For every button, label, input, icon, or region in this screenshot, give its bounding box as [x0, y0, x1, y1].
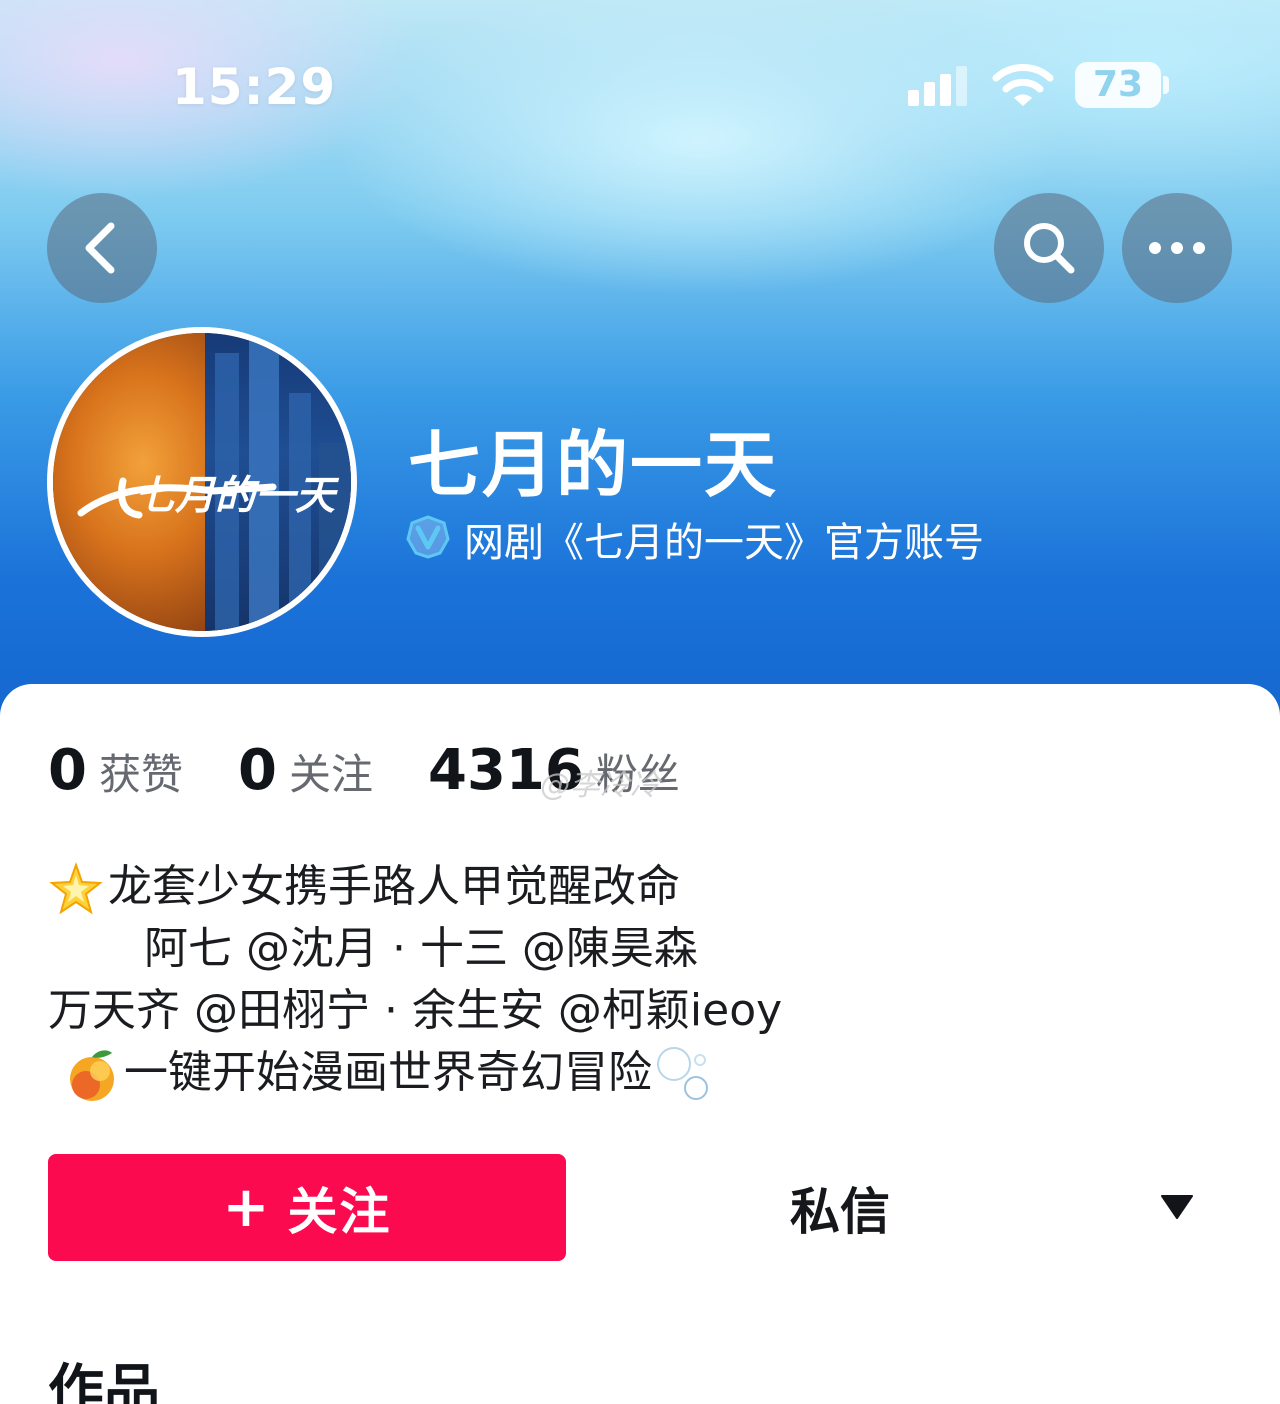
cellular-signal-icon: [908, 66, 968, 106]
avatar-logo-script: 七月的一天: [77, 472, 340, 519]
glowing-star-icon: [49, 861, 103, 915]
bio-line-2-text: 阿七 @沈月 · 十三 @陳昊森: [144, 923, 698, 974]
verified-description: 网剧《七月的一天》官方账号: [464, 520, 984, 566]
wifi-icon: [992, 64, 1054, 106]
likes-count: 0: [48, 738, 87, 803]
avatar[interactable]: 七月的一天: [47, 327, 357, 637]
bio-line-1: 龙套少女携手路人甲觉醒改命: [48, 850, 680, 917]
mango-icon: [70, 1050, 114, 1101]
plus-icon: +: [222, 1175, 272, 1240]
follow-button[interactable]: + 关注: [48, 1154, 566, 1261]
following-count: 0: [238, 738, 277, 803]
dropdown-triangle-icon[interactable]: [1160, 1194, 1194, 1220]
bio-line-4-text: 一键开始漫画世界奇幻冒险: [124, 1047, 652, 1098]
works-tab-title[interactable]: 作品: [48, 1346, 160, 1404]
more-options-button[interactable]: [1122, 193, 1232, 303]
bio-line-3-text: 万天齐 @田栩宁 · 余生安 @柯颖ieoy: [48, 985, 783, 1036]
stat-likes[interactable]: 0 获赞: [48, 738, 183, 803]
battery-tip: [1163, 76, 1169, 94]
watermark: @李冷冷: [540, 768, 660, 803]
chevron-left-icon: [85, 222, 115, 274]
follow-button-label: 关注: [287, 1182, 392, 1241]
battery-icon: 73: [1075, 62, 1161, 108]
following-label: 关注: [288, 750, 373, 799]
status-time: 15:29: [172, 58, 337, 116]
message-button[interactable]: 私信: [700, 1168, 980, 1248]
back-button[interactable]: [47, 193, 157, 303]
search-button[interactable]: [994, 193, 1104, 303]
search-icon: [1024, 223, 1075, 274]
verified-badge-icon: [406, 515, 450, 559]
bio-line-3: 万天齐 @田栩宁 · 余生安 @柯颖ieoy: [48, 974, 782, 1038]
bubbles-icon: [657, 1047, 708, 1100]
profile-name: 七月的一天: [408, 423, 779, 507]
bio-line-2: 阿七 @沈月 · 十三 @陳昊森: [48, 912, 698, 976]
avatar-logo-text: 七月的一天: [135, 472, 340, 519]
bio-line-4: 一键开始漫画世界奇幻冒险: [48, 1036, 714, 1106]
likes-label: 获赞: [98, 750, 183, 799]
message-button-label: 私信: [790, 1183, 890, 1241]
bio-line-1-text: 龙套少女携手路人甲觉醒改命: [108, 861, 680, 912]
battery-level: 73: [1092, 64, 1144, 105]
more-horizontal-icon: [1149, 242, 1205, 254]
stat-following[interactable]: 0 关注: [238, 738, 373, 803]
